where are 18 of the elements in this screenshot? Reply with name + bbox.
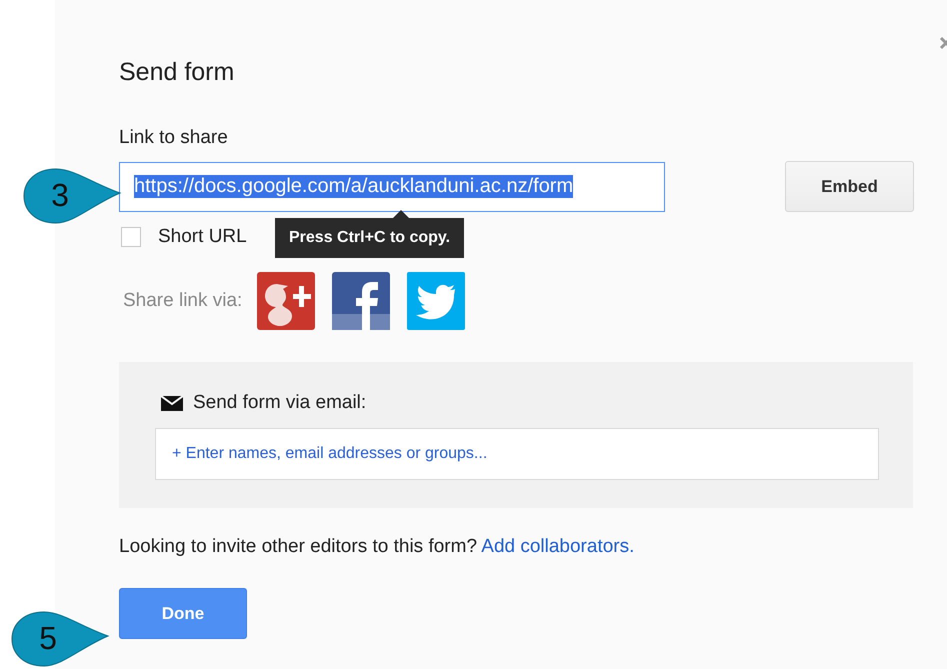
link-field[interactable]: https://docs.google.com/a/aucklanduni.ac.nz/form [119, 162, 665, 212]
dialog-title: Send form [119, 58, 236, 87]
email-field[interactable]: + Enter names, email addresses or groups... [155, 428, 879, 480]
done-button[interactable]: Done [119, 588, 247, 639]
share-label: Share link via: [123, 290, 242, 312]
field-label: Link to share [119, 127, 228, 149]
callout-number: 5 [38, 619, 58, 658]
collaborators-link[interactable]: Add collaborators. [481, 536, 634, 557]
callout-number: 3 [50, 176, 70, 215]
bird-icon[interactable] [407, 272, 466, 330]
tooltip: Press Ctrl+C to copy. [275, 210, 464, 258]
embed-button[interactable]: Embed [785, 161, 914, 212]
envelope-icon [161, 396, 183, 410]
email-label: Send form via email: [193, 392, 366, 414]
checkbox-label: Short URL [158, 226, 247, 248]
checkbox[interactable] [121, 227, 141, 247]
facebook-icon[interactable] [332, 272, 390, 330]
invite-text: Looking to invite other editors to this form? Add collaborators. [119, 536, 636, 558]
